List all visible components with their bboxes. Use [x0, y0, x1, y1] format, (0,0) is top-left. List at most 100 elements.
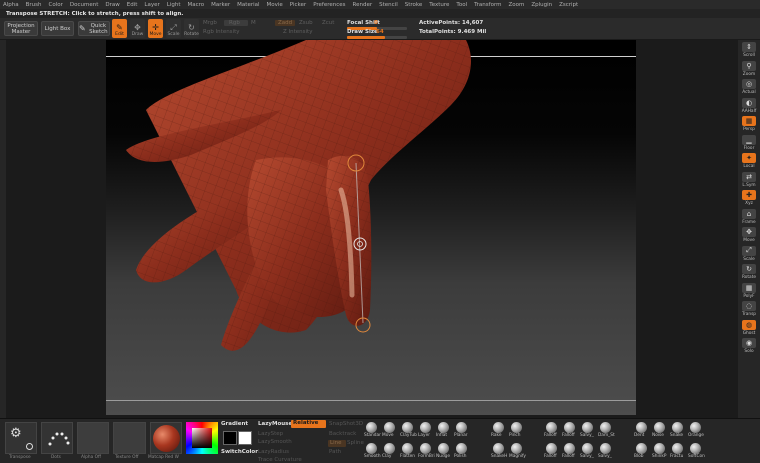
shelf-button-ghost[interactable]: ◍ Ghost: [740, 319, 758, 336]
brush-label[interactable]: Polish: [454, 454, 466, 459]
brush-falloff-icon[interactable]: [564, 422, 575, 433]
brush-shinkp-icon[interactable]: [654, 443, 665, 454]
brush-label[interactable]: Blob: [634, 454, 644, 459]
brush-claytub-icon[interactable]: [402, 422, 413, 433]
brush-label[interactable]: Falloff: [562, 433, 575, 438]
brush-label[interactable]: Salvy_: [580, 433, 594, 438]
menu-item-draw[interactable]: Draw: [105, 2, 119, 8]
brush-pinch-icon[interactable]: [511, 422, 522, 433]
brush-label[interactable]: Falloff: [544, 454, 557, 459]
brush-label[interactable]: Clay: [382, 454, 391, 459]
brush-smooth-icon[interactable]: [366, 443, 377, 454]
shelf-button-scale[interactable]: ⤢ Scale: [740, 245, 758, 262]
brush-label[interactable]: Fractu: [670, 454, 683, 459]
brush-label[interactable]: Layer: [418, 433, 430, 438]
shelf-button-solo[interactable]: ◉ Solo: [740, 338, 758, 354]
shelf-button-rotate[interactable]: ↻ Rotate: [740, 264, 758, 280]
brush-formbri-icon[interactable]: [420, 443, 431, 454]
brush-snakeh-icon[interactable]: [493, 443, 504, 454]
menu-item-stencil[interactable]: Stencil: [379, 2, 398, 8]
menu-item-light[interactable]: Light: [167, 2, 181, 8]
document-canvas[interactable]: [106, 40, 636, 415]
switch-color-button[interactable]: SwitchColor: [221, 449, 258, 455]
rgb-button[interactable]: Rgb: [224, 20, 248, 26]
mrgb-button[interactable]: Mrgb: [203, 20, 217, 26]
menu-item-zscript[interactable]: Zscript: [559, 2, 578, 8]
menu-item-tool[interactable]: Tool: [456, 2, 467, 8]
lazystep-slider[interactable]: LazyStep: [258, 431, 283, 437]
backtrack-button[interactable]: Backtrack: [329, 431, 356, 437]
shelf-button-floor[interactable]: ▁ Floor: [740, 134, 758, 151]
shelf-button-lsym[interactable]: ⇄ L.Sym: [740, 171, 758, 188]
brush-label[interactable]: Rake: [491, 433, 502, 438]
menu-item-macro[interactable]: Macro: [188, 2, 205, 8]
hand-model[interactable]: [106, 40, 636, 415]
shelf-button-zoom[interactable]: ⚲ Zoom: [740, 60, 758, 77]
brush-orange-icon[interactable]: [690, 422, 701, 433]
brush-label[interactable]: Planar: [454, 433, 468, 438]
spline-button[interactable]: Spline: [347, 440, 364, 446]
brush-blob-icon[interactable]: [636, 443, 647, 454]
light-box-button[interactable]: Light Box: [41, 21, 74, 36]
gradient-label[interactable]: Gradient: [221, 421, 248, 427]
shelf-button-actual[interactable]: ◎ Actual: [740, 79, 758, 95]
projection-master-button[interactable]: Projection Master: [4, 21, 38, 36]
brush-label[interactable]: Inflat: [436, 433, 447, 438]
relative-button[interactable]: Relative: [291, 420, 326, 428]
brush-move-icon[interactable]: [384, 422, 395, 433]
move-tool-button[interactable]: ✛ Move: [148, 19, 163, 38]
shelf-button-transp[interactable]: ◌ Transp: [740, 301, 758, 317]
path-button[interactable]: Path: [329, 449, 341, 455]
lazyradius-slider[interactable]: LazyRadius: [258, 449, 289, 455]
brush-label[interactable]: Salvy_: [598, 454, 612, 459]
menu-item-texture[interactable]: Texture: [429, 2, 449, 8]
shelf-button-scroll[interactable]: ⇕ Scroll: [740, 42, 758, 58]
main-color-swatch[interactable]: [223, 431, 237, 445]
brush-label[interactable]: Dent: [634, 433, 644, 438]
shelf-button-move[interactable]: ✥ Move: [740, 227, 758, 243]
brush-dam_st-icon[interactable]: [600, 422, 611, 433]
quick-sketch-button[interactable]: ✎ Quick Sketch: [78, 21, 110, 36]
shelf-button-polyf[interactable]: ▦ PolyF: [740, 282, 758, 299]
brush-flatten-icon[interactable]: [402, 443, 413, 454]
menu-item-material[interactable]: Material: [237, 2, 259, 8]
brush-label[interactable]: Smooth: [364, 454, 381, 459]
brush-dent-icon[interactable]: [636, 422, 647, 433]
menu-item-zplugin[interactable]: Zplugin: [531, 2, 552, 8]
brush-fractu-icon[interactable]: [672, 443, 683, 454]
brush-clay-icon[interactable]: [384, 443, 395, 454]
brush-salvy_-icon[interactable]: [582, 443, 593, 454]
zcut-button[interactable]: Zcut: [322, 20, 334, 26]
color-picker[interactable]: [186, 422, 218, 454]
shelf-button-persp[interactable]: ▦ Persp: [740, 116, 758, 132]
brush-label[interactable]: Nudge: [436, 454, 450, 459]
lazysmooth-slider[interactable]: LazySmooth: [258, 439, 292, 445]
menu-item-transform[interactable]: Transform: [474, 2, 501, 8]
rgb-intensity-slider[interactable]: Rgb Intensity: [203, 29, 240, 35]
material-swatch[interactable]: [150, 422, 182, 454]
brush-label[interactable]: Move: [382, 433, 394, 438]
brush-salvy_-icon[interactable]: [582, 422, 593, 433]
brush-planar-icon[interactable]: [456, 422, 467, 433]
brush-label[interactable]: Standar: [364, 433, 381, 438]
brush-label[interactable]: FormBri: [418, 454, 435, 459]
brush-noise-icon[interactable]: [654, 422, 665, 433]
brush-layer-icon[interactable]: [420, 422, 431, 433]
menu-item-brush[interactable]: Brush: [26, 2, 42, 8]
brush-magnify-icon[interactable]: [511, 443, 522, 454]
shelf-button-aahalf[interactable]: ◐ AAHalf: [740, 97, 758, 114]
menu-item-layer[interactable]: Layer: [144, 2, 159, 8]
brush-falloff-icon[interactable]: [546, 422, 557, 433]
color-saturation-square[interactable]: [192, 428, 212, 448]
lazymouse-button[interactable]: LazyMouse: [258, 421, 292, 427]
shelf-button-xyz[interactable]: ✚ Xyz: [740, 190, 758, 206]
menu-item-edit[interactable]: Edit: [127, 2, 138, 8]
menu-item-stroke[interactable]: Stroke: [405, 2, 423, 8]
brush-label[interactable]: SnakeH: [491, 454, 507, 459]
brush-nudge-icon[interactable]: [438, 443, 449, 454]
m-button[interactable]: M: [251, 20, 256, 26]
brush-snake-icon[interactable]: [672, 422, 683, 433]
brush-label[interactable]: Dam_St: [598, 433, 615, 438]
z-intensity-slider[interactable]: Z Intensity: [283, 29, 312, 35]
alpha-swatch[interactable]: [77, 422, 109, 454]
